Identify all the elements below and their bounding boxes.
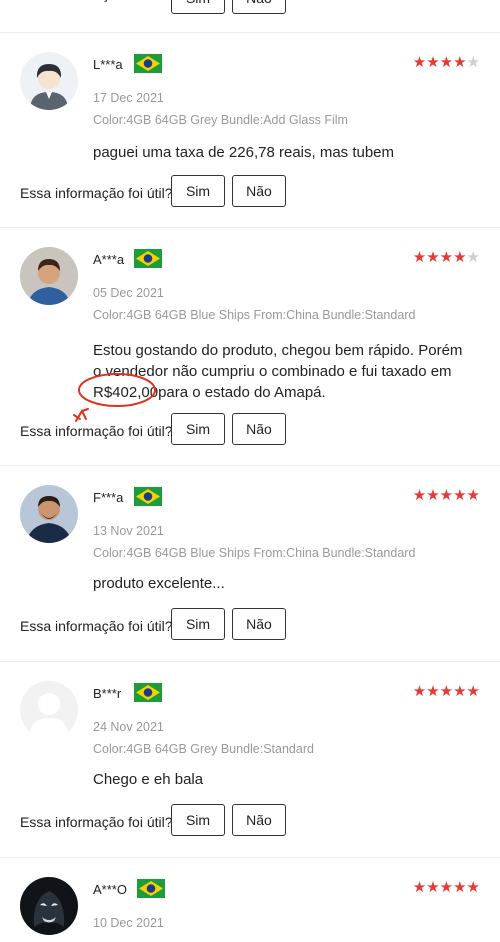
review-specs: Color:4GB 64GB Grey Bundle:Standard [93, 742, 314, 756]
avatar [20, 681, 78, 739]
previous-review-partial: Essa informação foi útil? Sim Não [0, 0, 500, 14]
yes-button[interactable]: Sim [171, 608, 225, 640]
rating-stars: ★★★★★ [412, 249, 480, 266]
review-card: A***a ★★★★★ 05 Dec 2021 Color:4GB 64GB B… [0, 227, 500, 465]
review-text: paguei uma taxa de 226,78 reais, mas tub… [93, 144, 395, 161]
review-card: F***a ★★★★★ 13 Nov 2021 Color:4GB 64GB B… [0, 465, 500, 661]
review-date: 17 Dec 2021 [93, 91, 164, 105]
reviewer-name: B***r [93, 686, 122, 701]
reviewer-name: L***a [93, 57, 123, 72]
reviewer-name: A***O [93, 882, 127, 897]
brazil-flag-icon [134, 54, 162, 73]
brazil-flag-icon [134, 683, 162, 702]
helpful-question: Essa informação foi útil? [20, 814, 173, 830]
yes-button[interactable]: Sim [171, 804, 225, 836]
no-button[interactable]: Não [232, 413, 286, 445]
helpful-question: Essa informação foi útil? [20, 0, 173, 2]
review-specs: Color:4GB 64GB Blue Ships From:China Bun… [93, 546, 416, 560]
no-button[interactable]: Não [232, 804, 286, 836]
rating-stars: ★★★★★ [412, 487, 480, 504]
avatar [20, 485, 78, 543]
review-specs: Color:4GB 64GB Grey Bundle:Add Glass Fil… [93, 113, 348, 127]
brazil-flag-icon [134, 249, 162, 268]
review-date: 10 Dec 2021 [93, 916, 164, 930]
rating-stars: ★★★★★ [412, 54, 480, 71]
rating-stars: ★★★★★ [412, 683, 480, 700]
review-specs: Color:4GB 64GB Blue Ships From:China Bun… [93, 308, 416, 322]
no-button[interactable]: Não [232, 0, 286, 14]
rating-stars: ★★★★★ [412, 879, 480, 896]
helpful-question: Essa informação foi útil? [20, 618, 173, 634]
review-date: 05 Dec 2021 [93, 286, 164, 300]
avatar [20, 247, 78, 305]
review-text: Chego e eh bala [93, 771, 204, 788]
no-button[interactable]: Não [232, 608, 286, 640]
review-date: 24 Nov 2021 [93, 720, 164, 734]
brazil-flag-icon [137, 879, 165, 898]
no-button[interactable]: Não [232, 175, 286, 207]
avatar [20, 877, 78, 935]
review-card: L***a ★★★★★ 17 Dec 2021 Color:4GB 64GB G… [0, 32, 500, 228]
yes-button[interactable]: Sim [171, 413, 225, 445]
review-date: 13 Nov 2021 [93, 524, 164, 538]
helpful-question: Essa informação foi útil? [20, 423, 173, 439]
review-text: produto excelente... [93, 575, 225, 592]
reviewer-name: A***a [93, 252, 125, 267]
annotation-circle [73, 373, 156, 422]
review-text-line: Estou gostando do produto, chegou bem rá… [93, 342, 463, 359]
review-text-rest: para o estado do Amapá. [158, 384, 326, 401]
brazil-flag-icon [134, 487, 162, 506]
helpful-question: Essa informação foi útil? [20, 185, 173, 201]
review-card: B***r ★★★★★ 24 Nov 2021 Color:4GB 64GB G… [0, 661, 500, 857]
reviewer-name: F***a [93, 490, 124, 505]
avatar [20, 52, 78, 110]
yes-button[interactable]: Sim [171, 0, 225, 14]
review-card: A***O ★★★★★ 10 Dec 2021 [0, 857, 500, 942]
yes-button[interactable]: Sim [171, 175, 225, 207]
